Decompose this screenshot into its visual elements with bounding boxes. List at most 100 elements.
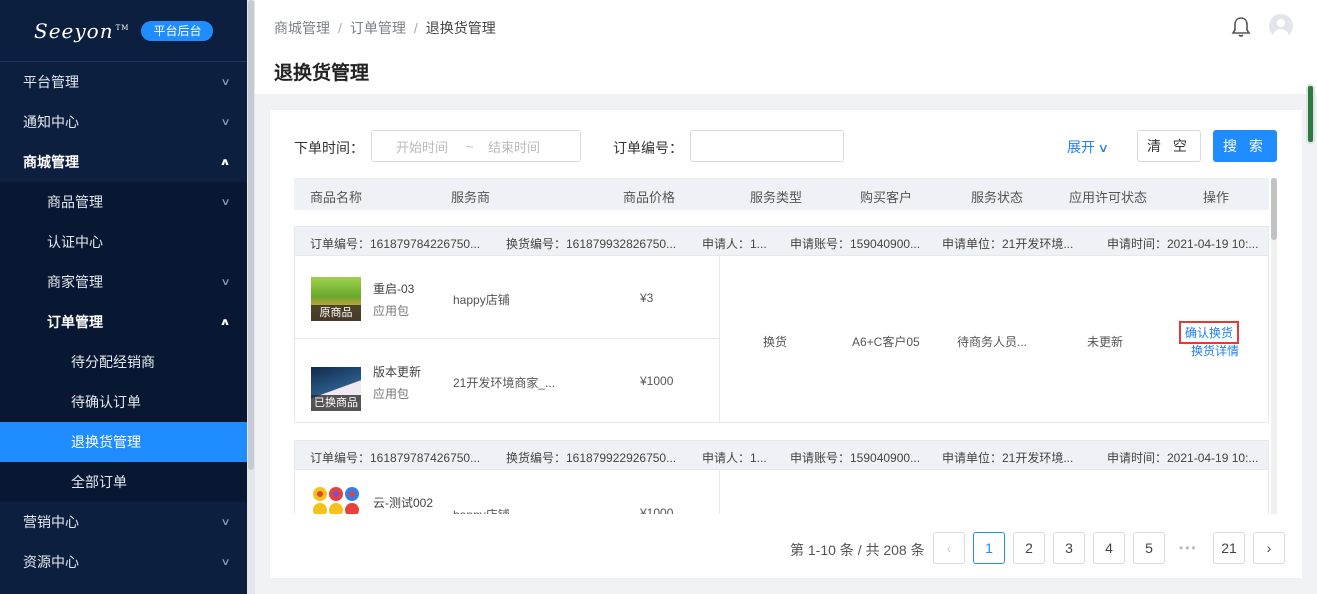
pagination: 第 1-10 条 / 共 208 条 ‹ 1 2 3 4 5 ••• 21 ›: [270, 530, 1302, 564]
sidebar-item-label: 资源中心: [23, 554, 79, 570]
sidebar-item-label: 认证中心: [47, 234, 103, 250]
page-button-3[interactable]: 3: [1053, 532, 1085, 564]
breadcrumb-current: 退换货管理: [425, 20, 496, 36]
apply-time: 申请时间：2021-04-19 10:...: [1107, 237, 1259, 251]
orders-table: 商品名称 服务商 商品价格 服务类型 购买客户 服务状态 应用许可状态 操作 订…: [294, 178, 1277, 514]
clear-button[interactable]: 清 空: [1137, 130, 1201, 162]
page-button-last[interactable]: 21: [1213, 532, 1245, 564]
seeyon-logo[interactable]: Seeyon TM: [34, 19, 129, 43]
product-row: 原商品 重启-03 应用包 happy店铺 ¥3: [295, 256, 719, 339]
sidebar-item-goods[interactable]: 商品管理 ∨: [0, 182, 247, 222]
breadcrumb-separator: /: [413, 20, 418, 36]
order-info-bar: 订单编号：161879784226750... 换货编号：16187993282…: [294, 226, 1269, 256]
breadcrumb-orders[interactable]: 订单管理: [350, 20, 406, 36]
chevron-down-icon: ∨: [220, 276, 231, 288]
sidebar-item-label: 平台管理: [23, 74, 79, 90]
col-service-type: 服务类型: [750, 190, 803, 205]
apply-account: 申请账号：159040900...: [790, 451, 921, 465]
sidebar-scrollbar[interactable]: [247, 0, 255, 594]
product-thumbnail[interactable]: 原商品: [311, 277, 361, 321]
order-time-range-picker[interactable]: 开始时间 ~ 结束时间: [371, 130, 581, 162]
search-button[interactable]: 搜 索: [1213, 130, 1277, 162]
chevron-down-icon: ∨: [220, 76, 231, 88]
breadcrumb-mall[interactable]: 商城管理: [274, 20, 330, 36]
sidebar-item-all-orders[interactable]: 全部订单: [0, 462, 247, 502]
confirm-exchange-link[interactable]: 确认换货: [1179, 321, 1240, 344]
page-scrollbar-thumb[interactable]: [1306, 84, 1315, 144]
product-price: ¥1000: [640, 374, 674, 388]
table-scrollbar-thumb[interactable]: [1271, 178, 1277, 240]
sidebar-scrollbar-thumb[interactable]: [248, 0, 254, 470]
product-row: 云-测试002 happy店铺 ¥1000: [295, 470, 719, 514]
applicant: 申请人：1...: [702, 451, 767, 465]
sidebar-item-label: 订单管理: [47, 314, 103, 330]
page-title: 退换货管理: [274, 63, 370, 84]
product-merchant: 21开发环境商家_...: [453, 376, 556, 390]
col-product-name: 商品名称: [310, 190, 363, 205]
apply-account: 申请账号：159040900...: [790, 237, 921, 251]
expand-label: 展开: [1067, 139, 1095, 155]
sidebar-item-label: 商品管理: [47, 194, 103, 210]
order-no: 订单编号：161879784226750...: [310, 237, 481, 251]
apply-unit: 申请单位：21开发环境...: [942, 237, 1074, 251]
sidebar-nav: 平台管理 ∨ 通知中心 ∨ 商城管理 ∧ 商品管理 ∨ 认证中心 商家管理 ∨ 订单管理 ∧…: [0, 62, 247, 582]
sidebar-item-merchant[interactable]: 商家管理 ∨: [0, 262, 247, 302]
product-price: ¥3: [640, 291, 654, 305]
sidebar-item-label: 商城管理: [23, 154, 79, 170]
divider: [719, 470, 720, 514]
page-button-1[interactable]: 1: [973, 532, 1005, 564]
sidebar-item-label: 待分配经销商: [71, 354, 155, 370]
sidebar-item-marketing[interactable]: 营销中心 ∨: [0, 502, 247, 542]
page-button-5[interactable]: 5: [1133, 532, 1165, 564]
col-service-status: 服务状态: [971, 190, 1024, 205]
col-actions: 操作: [1203, 190, 1230, 205]
exchange-detail-link[interactable]: 换货详情: [1191, 342, 1239, 359]
order-time-label: 下单时间：: [294, 140, 364, 156]
col-customer: 购买客户: [860, 190, 913, 205]
chevron-down-icon: ∨: [220, 516, 231, 528]
product-merchant: happy店铺: [453, 506, 510, 514]
table-scrollbar[interactable]: [1271, 178, 1277, 514]
platform-badge: 平台后台: [141, 20, 214, 41]
bell-icon[interactable]: [1231, 16, 1251, 38]
chevron-down-icon: ∨: [220, 116, 231, 128]
sidebar-item-pending-confirm[interactable]: 待确认订单: [0, 382, 247, 422]
product-name: 云-测试002: [373, 496, 434, 510]
sidebar-item-pending-dealer[interactable]: 待分配经销商: [0, 342, 247, 382]
product-price: ¥1000: [640, 506, 674, 514]
product-thumbnail[interactable]: [311, 486, 361, 514]
exchanged-product-tag: 已换商品: [311, 395, 361, 411]
sidebar-item-orders[interactable]: 订单管理 ∧: [0, 302, 247, 342]
product-type: 应用包: [373, 387, 410, 401]
applicant: 申请人：1...: [702, 237, 767, 251]
product-merchant: happy店铺: [453, 293, 510, 307]
customer: A6+C客户05: [852, 335, 920, 349]
pagination-ellipsis[interactable]: •••: [1179, 541, 1198, 555]
expand-toggle[interactable]: 展开 ∨: [1067, 137, 1110, 157]
next-page-button[interactable]: ›: [1253, 532, 1285, 564]
table-header: 商品名称 服务商 商品价格 服务类型 购买客户 服务状态 应用许可状态 操作: [294, 178, 1269, 210]
sidebar-item-notice[interactable]: 通知中心 ∨: [0, 102, 247, 142]
chevron-down-icon: ∨: [1097, 141, 1110, 155]
page-button-2[interactable]: 2: [1013, 532, 1045, 564]
sidebar-item-certification[interactable]: 认证中心: [0, 222, 247, 262]
app-icons-grid: [313, 487, 359, 514]
order-no-input[interactable]: [690, 130, 844, 162]
original-product-tag: 原商品: [311, 305, 361, 321]
sidebar-item-resources[interactable]: 资源中心 ∨: [0, 542, 247, 582]
apply-unit: 申请单位：21开发环境...: [942, 451, 1074, 465]
range-separator: ~: [466, 138, 474, 154]
sidebar-item-label: 商家管理: [47, 274, 103, 290]
sidebar-item-mall[interactable]: 商城管理 ∧: [0, 142, 247, 182]
prev-page-button[interactable]: ‹: [933, 532, 965, 564]
avatar[interactable]: [1269, 14, 1293, 38]
page-button-4[interactable]: 4: [1093, 532, 1125, 564]
main-card: 下单时间： 开始时间 ~ 结束时间 订单编号： 展开 ∨ 清 空 搜 索 商品名…: [270, 110, 1302, 578]
product-thumbnail[interactable]: 已换商品: [311, 367, 361, 411]
product-type: 应用包: [373, 304, 410, 318]
sidebar-item-returns[interactable]: 退换货管理: [0, 422, 247, 462]
start-time-placeholder: 开始时间: [396, 139, 449, 155]
exchange-no: 换货编号：161879922926750...: [506, 451, 677, 465]
sidebar-item-platform[interactable]: 平台管理 ∨: [0, 62, 247, 102]
chevron-up-icon: ∧: [219, 316, 231, 328]
